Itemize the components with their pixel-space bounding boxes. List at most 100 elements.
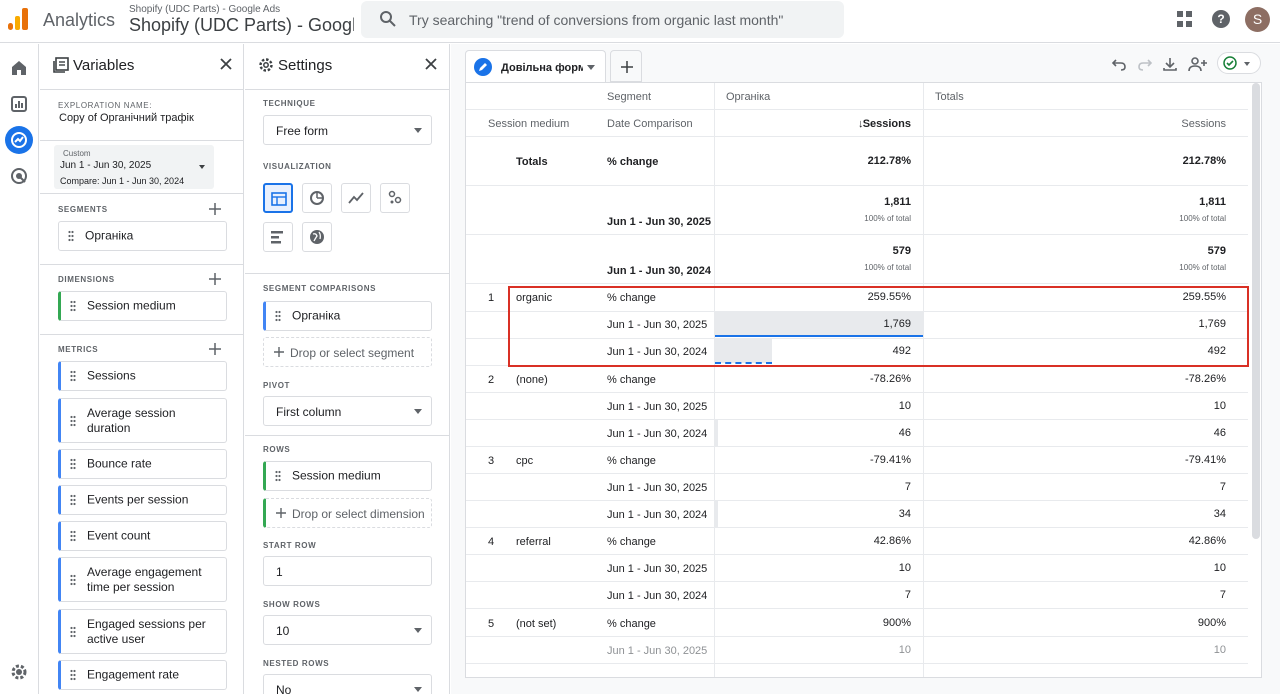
download-icon[interactable] <box>1162 56 1178 72</box>
metric-chip[interactable]: Bounce rate <box>58 449 227 479</box>
tab-free-form[interactable]: Довільна форма 1 <box>465 50 606 82</box>
technique-select[interactable]: Free form <box>263 115 432 145</box>
show-rows-label: SHOW ROWS <box>263 600 321 609</box>
row-p1: 10 <box>898 562 911 574</box>
pivot-value: First column <box>276 405 342 419</box>
metric-chip-label: Engagement rate <box>87 667 180 682</box>
line-chart-icon <box>348 192 364 204</box>
apps-icon[interactable] <box>1177 11 1193 27</box>
sessions-sorted-header[interactable]: Sessions <box>846 118 911 130</box>
settings-title: Settings <box>278 57 333 74</box>
analytics-logo[interactable] <box>8 8 30 30</box>
chevron-down-icon[interactable] <box>587 65 595 70</box>
row-change: 42.86% <box>873 535 911 547</box>
row-medium[interactable]: (none) <box>516 374 548 386</box>
dimension-chip[interactable]: Session medium <box>58 291 227 321</box>
scatter-viz-button[interactable] <box>380 183 410 213</box>
table-scrollbar[interactable] <box>1252 83 1260 539</box>
redo-icon[interactable] <box>1137 56 1153 72</box>
row-p1-total: 7 <box>1219 481 1226 493</box>
pivot-select[interactable]: First column <box>263 396 432 426</box>
metric-chip[interactable]: Engaged sessions per active user <box>58 609 227 654</box>
close-icon[interactable] <box>424 57 438 71</box>
rows-label: ROWS <box>263 445 291 454</box>
undo-icon[interactable] <box>1111 56 1127 72</box>
row-p1-total: 10 <box>1213 644 1226 656</box>
metric-chip[interactable]: Average session duration <box>58 398 227 443</box>
settings-panel: Settings TECHNIQUE Free form VISUALIZATI… <box>245 44 450 694</box>
visualization-label: VISUALIZATION <box>263 162 332 171</box>
table-viz-button[interactable] <box>263 183 293 213</box>
metric-chip[interactable]: Events per session <box>58 485 227 515</box>
row-change-total: -78.26% <box>1185 373 1226 385</box>
cpc-2024-bar <box>715 501 718 527</box>
nested-rows-select[interactable]: No <box>263 674 432 694</box>
segment-comparison-chip[interactable]: Органіка <box>263 301 432 331</box>
metric-chip[interactable]: Sessions <box>58 361 227 391</box>
segment-chip[interactable]: Органіка <box>58 221 227 251</box>
row-medium[interactable]: referral <box>516 536 551 548</box>
reports-icon[interactable] <box>9 94 29 114</box>
date-comparison-header[interactable]: Date Comparison <box>607 118 693 130</box>
explore-icon[interactable] <box>9 130 29 150</box>
row-medium[interactable]: cpc <box>516 455 533 467</box>
metric-chip-label: Average session duration <box>87 405 176 435</box>
close-icon[interactable] <box>219 57 233 71</box>
metric-chip[interactable]: Engagement rate <box>58 660 227 690</box>
totals-p1-pct: 100% of total <box>864 214 911 223</box>
exploration-name-input[interactable]: Copy of Органічний трафік <box>59 112 194 124</box>
nested-rows-value: No <box>276 683 292 694</box>
show-rows-select[interactable]: 10 <box>263 615 432 645</box>
metric-chip[interactable]: Average engagement time per session <box>58 557 227 602</box>
add-segment-icon[interactable] <box>208 202 222 216</box>
row-index: 1 <box>488 292 495 304</box>
avatar[interactable]: S <box>1245 7 1270 32</box>
sessions-header[interactable]: Sessions <box>1156 118 1226 130</box>
search-bar[interactable]: Try searching "trend of conversions from… <box>361 1 844 38</box>
row-medium[interactable]: (not set) <box>516 618 556 630</box>
account-path[interactable]: Shopify (UDC Parts) - Google Ads <box>129 4 280 15</box>
row-change-label: % change <box>607 374 656 386</box>
totals-p1-value: 1,811 <box>884 196 911 208</box>
row-dimension-chip[interactable]: Session medium <box>263 461 432 491</box>
row-p1-label: Jun 1 - Jun 30, 2025 <box>607 645 708 657</box>
advertising-icon[interactable] <box>9 166 29 186</box>
add-metric-icon[interactable] <box>208 342 222 356</box>
status-dropdown[interactable] <box>1217 52 1261 74</box>
date-range-picker[interactable]: Custom Jun 1 - Jun 30, 2025 Compare: Jun… <box>54 145 214 189</box>
line-viz-button[interactable] <box>341 183 371 213</box>
donut-viz-button[interactable] <box>302 183 332 213</box>
chevron-down-icon <box>1244 62 1250 66</box>
help-icon[interactable]: ? <box>1212 10 1230 28</box>
geo-viz-button[interactable] <box>302 222 332 252</box>
row-change-total: 42.86% <box>1188 535 1226 547</box>
totals-p2-value: 579 <box>892 245 911 257</box>
property-selector[interactable]: Shopify (UDC Parts) - Googl... <box>129 15 354 36</box>
metric-chip-label: Sessions <box>87 368 136 383</box>
add-dimension-icon[interactable] <box>208 272 222 286</box>
drop-dimension-target[interactable]: Drop or select dimension <box>263 498 432 528</box>
bar-viz-button[interactable] <box>263 222 293 252</box>
row-p1-total: 10 <box>1213 562 1226 574</box>
session-medium-header[interactable]: Session medium <box>488 118 569 130</box>
drag-handle-icon[interactable] <box>70 300 76 312</box>
home-icon[interactable] <box>9 58 29 78</box>
search-input[interactable]: Try searching "trend of conversions from… <box>409 12 783 28</box>
drag-handle-icon[interactable] <box>68 230 74 242</box>
edit-icon[interactable] <box>474 58 492 76</box>
start-row-input[interactable]: 1 <box>263 556 432 586</box>
metric-chip-label: Engaged sessions per active user <box>87 616 206 646</box>
settings-icon[interactable] <box>9 662 29 682</box>
row-p1-label: Jun 1 - Jun 30, 2025 <box>607 482 708 494</box>
row-p1: 10 <box>898 644 911 656</box>
drop-segment-target[interactable]: Drop or select segment <box>263 337 432 367</box>
date-range-label: Custom <box>63 149 91 158</box>
share-user-icon[interactable] <box>1188 56 1208 72</box>
segment-comparisons-label: SEGMENT COMPARISONS <box>263 284 377 293</box>
show-rows-value: 10 <box>276 624 290 638</box>
segments-label: SEGMENTS <box>58 205 108 214</box>
metric-chip[interactable]: Event count <box>58 521 227 551</box>
add-tab-button[interactable] <box>610 50 642 82</box>
row-change-total: 900% <box>1197 617 1226 629</box>
plus-icon <box>274 347 284 357</box>
